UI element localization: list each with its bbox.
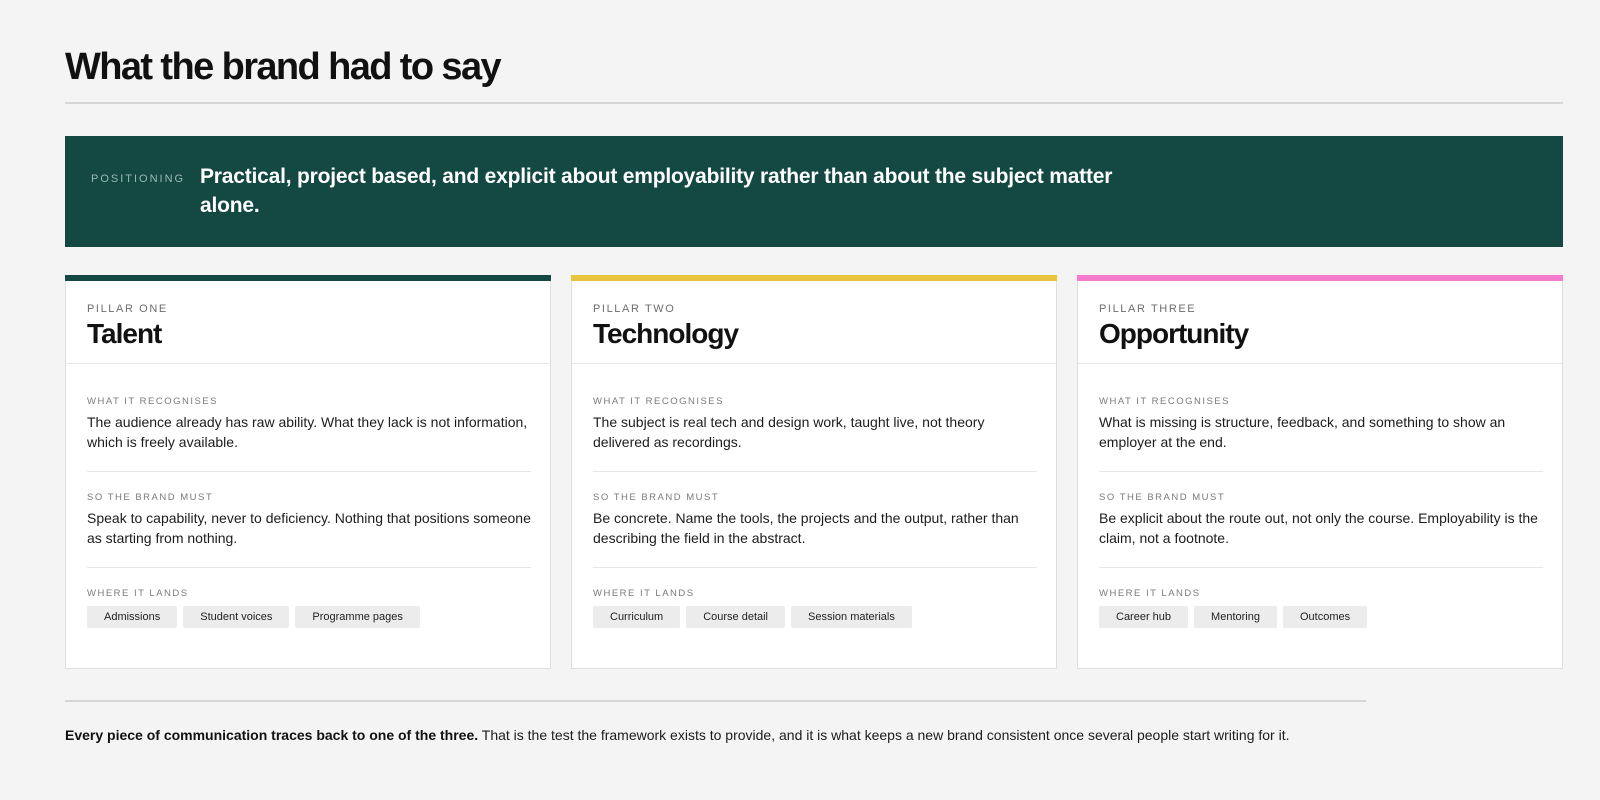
page-title: What the brand had to say: [65, 46, 502, 88]
tag[interactable]: Outcomes: [1282, 606, 1368, 628]
section-divider: [87, 567, 531, 568]
footer-divider: [65, 700, 1366, 702]
pillar-kicker: PILLAR TWO: [593, 303, 676, 315]
must-section: SO THE BRAND MUST Be explicit about the …: [1099, 492, 1543, 548]
section-divider: [1099, 471, 1543, 472]
pillar-header: PILLAR ONE Talent: [66, 281, 550, 364]
must-label: SO THE BRAND MUST: [593, 492, 720, 503]
section-divider: [1099, 567, 1543, 568]
section-divider: [593, 471, 1037, 472]
title-divider: [65, 102, 1563, 104]
pillar-kicker: PILLAR ONE: [87, 303, 168, 315]
section-divider: [87, 471, 531, 472]
pillar-header: PILLAR TWO Technology: [572, 281, 1056, 364]
tag[interactable]: Programme pages: [295, 606, 420, 628]
tag[interactable]: Admissions: [87, 606, 178, 628]
recognises-label: WHAT IT RECOGNISES: [593, 396, 724, 407]
footer-emphasis: Every piece of communication traces back…: [65, 727, 479, 743]
recognises-label: WHAT IT RECOGNISES: [87, 396, 218, 407]
pillar-name: Talent: [87, 318, 162, 349]
recognises-label: WHAT IT RECOGNISES: [1099, 396, 1230, 407]
pillar-name: Technology: [593, 318, 739, 349]
must-section: SO THE BRAND MUST Speak to capability, n…: [87, 492, 531, 548]
pillar-name: Opportunity: [1099, 318, 1249, 349]
must-text: Speak to capability, never to deficiency…: [87, 510, 531, 546]
lands-label: WHERE IT LANDS: [593, 588, 695, 599]
pillar-card-opportunity: PILLAR THREE Opportunity WHAT IT RECOGNI…: [1077, 275, 1563, 669]
recognises-text: What is missing is structure, feedback, …: [1099, 414, 1506, 450]
positioning-text: Practical, project based, and explicit a…: [200, 165, 1113, 217]
pillar-card-technology: PILLAR TWO Technology WHAT IT RECOGNISES…: [571, 275, 1057, 669]
footer-note: Every piece of communication traces back…: [65, 727, 1563, 743]
must-label: SO THE BRAND MUST: [87, 492, 214, 503]
recognises-section: WHAT IT RECOGNISES The audience already …: [87, 396, 531, 452]
pillar-header: PILLAR THREE Opportunity: [1078, 281, 1562, 364]
pillar-card-talent: PILLAR ONE Talent WHAT IT RECOGNISES The…: [65, 275, 551, 669]
positioning-banner: POSITIONING Practical, project based, an…: [65, 136, 1563, 247]
tag[interactable]: Course detail: [686, 606, 786, 628]
lands-section: WHERE IT LANDS Admissions Student voices…: [87, 588, 531, 628]
tag[interactable]: Career hub: [1099, 606, 1189, 628]
must-label: SO THE BRAND MUST: [1099, 492, 1226, 503]
tag-list: Career hub Mentoring Outcomes: [1099, 606, 1543, 628]
tag[interactable]: Student voices: [183, 606, 290, 628]
tag[interactable]: Mentoring: [1194, 606, 1277, 628]
recognises-section: WHAT IT RECOGNISES What is missing is st…: [1099, 396, 1543, 452]
footer-text: That is the test the framework exists to…: [478, 727, 1290, 743]
must-text: Be explicit about the route out, not onl…: [1099, 510, 1538, 546]
tag-list: Admissions Student voices Programme page…: [87, 606, 531, 628]
positioning-label: POSITIONING: [91, 173, 186, 185]
recognises-section: WHAT IT RECOGNISES The subject is real t…: [593, 396, 1037, 452]
section-divider: [593, 567, 1037, 568]
recognises-text: The audience already has raw ability. Wh…: [87, 414, 528, 450]
lands-section: WHERE IT LANDS Curriculum Course detail …: [593, 588, 1037, 628]
must-section: SO THE BRAND MUST Be concrete. Name the …: [593, 492, 1037, 548]
recognises-text: The subject is real tech and design work…: [593, 414, 985, 450]
pillar-kicker: PILLAR THREE: [1099, 303, 1197, 315]
tag[interactable]: Curriculum: [593, 606, 681, 628]
lands-label: WHERE IT LANDS: [87, 588, 189, 599]
tag-list: Curriculum Course detail Session materia…: [593, 606, 1037, 628]
must-text: Be concrete. Name the tools, the project…: [593, 510, 1019, 546]
lands-label: WHERE IT LANDS: [1099, 588, 1201, 599]
lands-section: WHERE IT LANDS Career hub Mentoring Outc…: [1099, 588, 1543, 628]
tag[interactable]: Session materials: [791, 606, 912, 628]
